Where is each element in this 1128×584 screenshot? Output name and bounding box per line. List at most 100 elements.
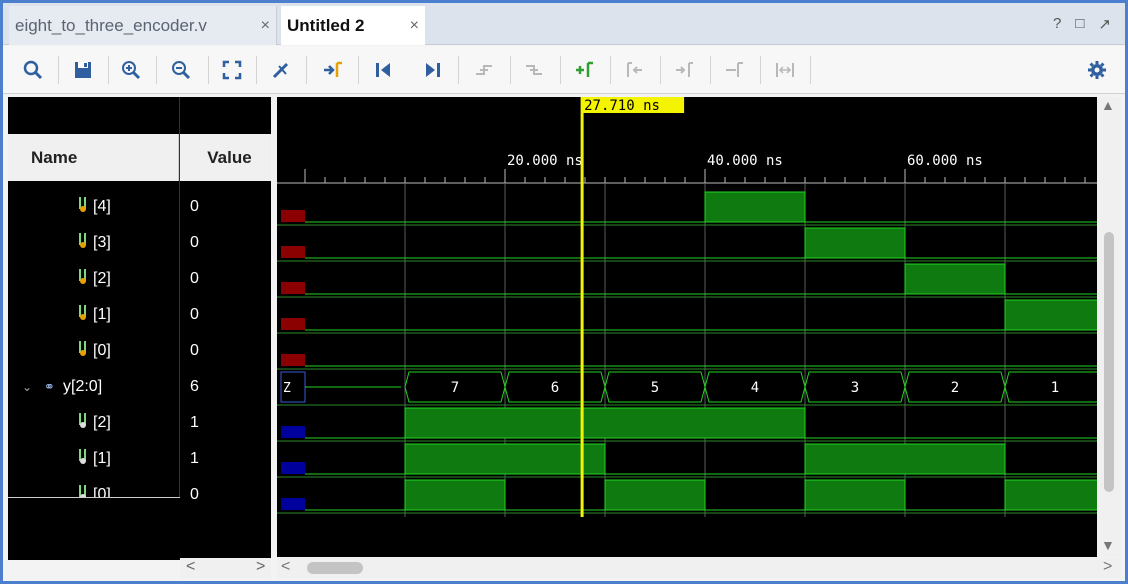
save-icon[interactable] [71,58,95,82]
waveform-canvas[interactable]: 20.000 ns40.000 ns60.000 ns80.000 nsZ765… [277,97,1128,557]
high-pulse [604,479,706,511]
horizontal-scrollbar[interactable]: < > [277,558,1121,578]
search-icon[interactable] [21,58,45,82]
bus-value: 3 [851,380,859,396]
signal-value: 0 [190,234,199,251]
input-bit-icon [78,305,86,320]
output-bit-icon [78,413,86,428]
signal-row-name[interactable]: [4] [8,189,179,225]
high-pulse [404,407,806,439]
scroll-right-icon[interactable]: > [1103,558,1112,576]
signal-value: 0 [190,270,199,287]
high-pulse [804,227,906,259]
swap-cursors-icon[interactable] [723,58,747,82]
scroll-left-icon[interactable]: < [186,558,195,576]
snap-icon[interactable] [773,58,797,82]
bus-value: 5 [651,380,659,396]
high-pulse [804,479,906,511]
signal-marker [281,246,305,258]
signal-name: y[2:0] [63,378,103,395]
float-icon[interactable]: ↗ [1098,15,1111,33]
tab-untitled-2[interactable]: Untitled 2 × [281,6,425,45]
tab-label: eight_to_three_encoder.v [15,15,207,35]
signal-name: [2] [93,414,111,431]
value-column-scrollbar[interactable]: < > [180,558,271,578]
go-to-start-icon[interactable] [371,58,395,82]
tab-eight-to-three-encoder[interactable]: eight_to_three_encoder.v × [9,6,277,45]
signal-marker [281,354,305,366]
signal-list-header: Name Value [8,134,271,181]
cursor-time-label: 27.710 ns [584,98,660,114]
signal-marker [281,282,305,294]
signal-row-name[interactable]: ⌄ ⚭ y[2:0] [8,369,179,405]
high-pulse [1004,479,1106,511]
input-bit-icon [78,269,86,284]
close-icon[interactable]: × [410,17,419,35]
scroll-down-icon[interactable]: ▼ [1101,537,1115,553]
signal-marker [281,426,305,438]
waveform-svg[interactable]: 20.000 ns40.000 ns60.000 ns80.000 nsZ765… [277,97,1128,557]
prev-transition-icon[interactable] [473,58,497,82]
zoom-in-icon[interactable] [119,58,143,82]
next-marker-icon[interactable] [673,58,697,82]
signal-row-name[interactable]: [2] [8,261,179,297]
signal-name: [1] [93,306,111,323]
zoom-fit-icon[interactable] [220,58,244,82]
signal-row-name[interactable]: [3] [8,225,179,261]
signal-marker [281,210,305,222]
tab-label: Untitled 2 [287,15,365,35]
signal-row-name[interactable]: [0] [8,333,179,369]
signal-value: 0 [190,306,199,323]
signal-name: [1] [93,450,111,467]
scroll-right-icon[interactable]: > [256,558,265,576]
output-bit-icon [78,449,86,464]
chevron-down-icon[interactable]: ⌄ [22,380,32,394]
signal-name: [2] [93,270,111,287]
vertical-scrollbar[interactable]: ▲ ▼ [1097,97,1121,557]
bus-value: 4 [751,380,759,396]
bus-value: 7 [451,380,459,396]
signal-marker [281,462,305,474]
signal-name: [0] [93,342,111,359]
input-bit-icon [78,197,86,212]
go-to-cursor-icon[interactable] [321,58,345,82]
signal-name: [4] [93,198,111,215]
prev-marker-icon[interactable] [623,58,647,82]
horizontal-scroll-thumb[interactable] [307,562,363,574]
signal-list-empty-area [8,497,180,560]
vertical-scroll-thumb[interactable] [1104,232,1114,492]
scroll-up-icon[interactable]: ▲ [1101,97,1115,113]
high-pulse [1004,299,1106,331]
high-pulse [404,479,506,511]
time-tick-label: 40.000 ns [707,153,783,169]
restore-icon[interactable]: □ [1075,15,1084,33]
help-icon[interactable]: ? [1053,15,1061,33]
high-pulse [404,443,606,475]
signal-row-name[interactable]: [1] [8,441,179,477]
go-to-end-icon[interactable] [421,58,445,82]
value-column-header[interactable]: Value [188,134,271,181]
column-divider[interactable] [179,97,180,560]
next-transition-icon[interactable] [523,58,547,82]
tab-bar: eight_to_three_encoder.v × Untitled 2 × … [3,3,1125,45]
signal-value: 0 [190,486,199,503]
input-bit-icon [78,233,86,248]
high-pulse [904,263,1006,295]
settings-icon[interactable] [1085,58,1109,82]
add-marker-icon[interactable] [573,58,597,82]
scroll-left-icon[interactable]: < [281,558,290,576]
bus-value: Z [283,381,291,396]
close-icon[interactable]: × [261,17,270,35]
signal-value: 0 [190,198,199,215]
signal-row-name[interactable]: [1] [8,297,179,333]
zoom-out-icon[interactable] [169,58,193,82]
signal-value: 6 [190,378,199,395]
signal-marker [281,318,305,330]
toolbar [3,46,1125,94]
name-column-header[interactable]: Name [8,134,179,181]
high-pulse [704,191,806,223]
signal-row-name[interactable]: [2] [8,405,179,441]
bus-icon: ⚭ [44,379,55,394]
time-tick-label: 60.000 ns [907,153,983,169]
cursor-icon[interactable] [269,58,293,82]
